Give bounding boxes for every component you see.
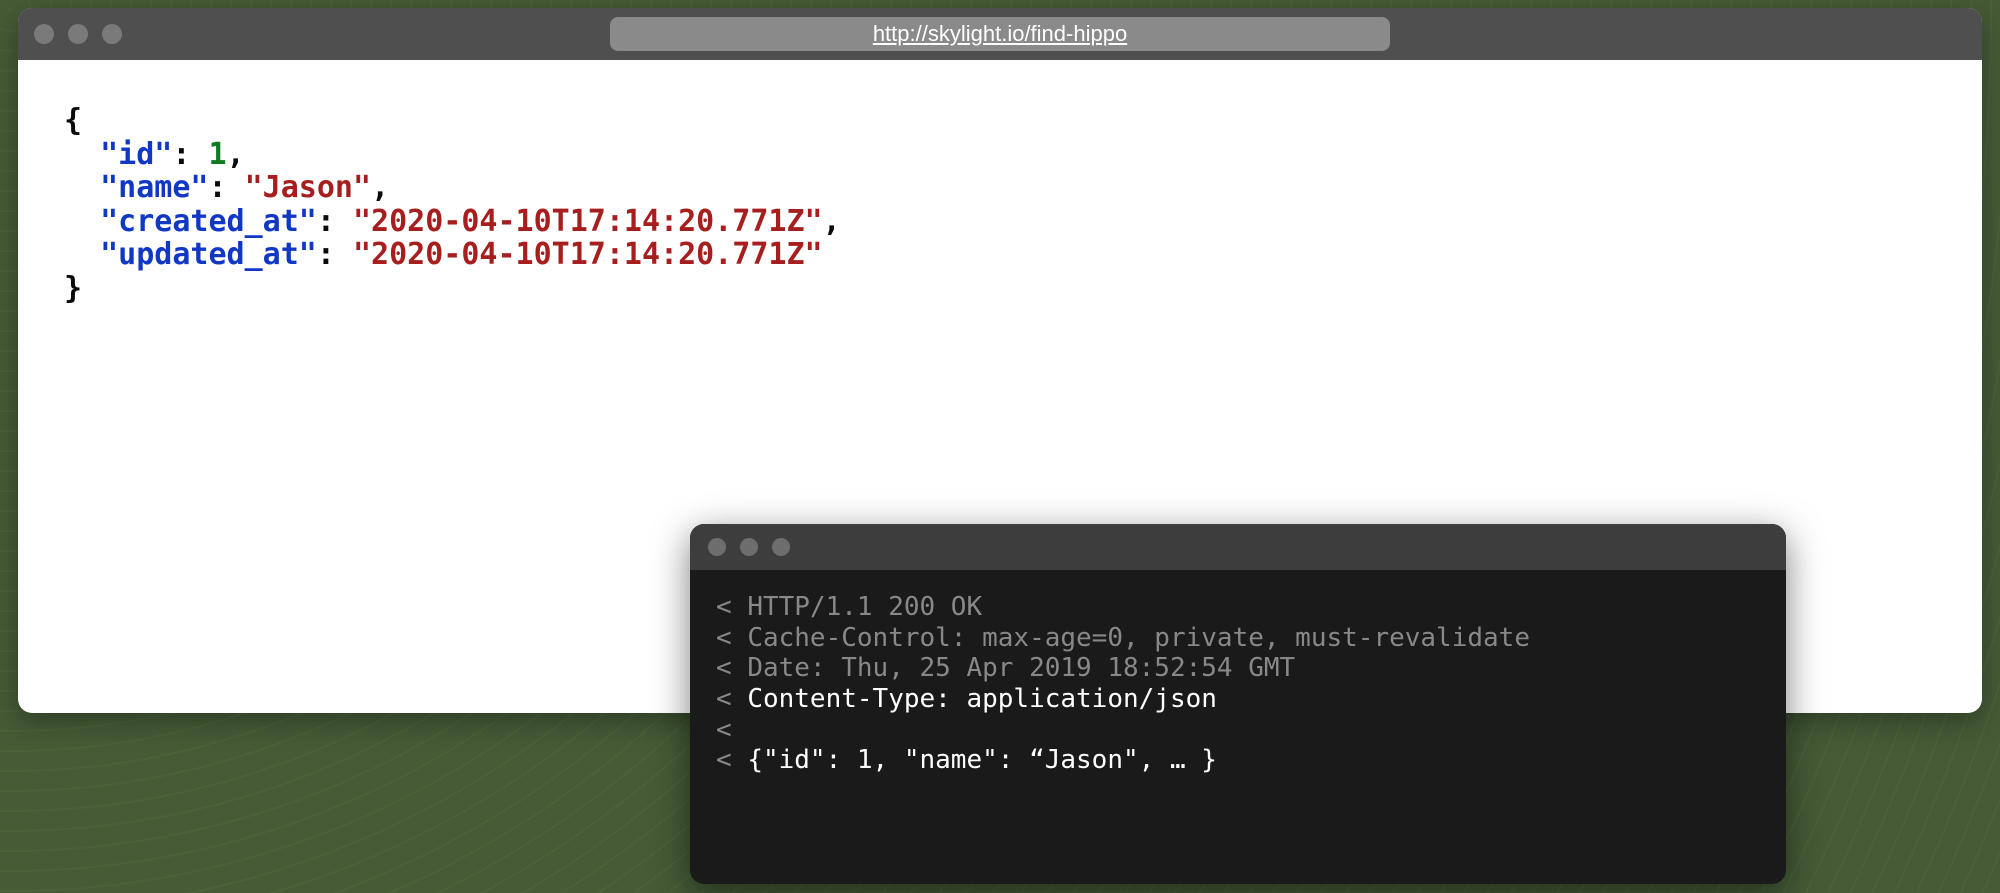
traffic-light-minimize-icon[interactable] xyxy=(68,24,88,44)
json-value-3: "2020-04-10T17:14:20.771Z" xyxy=(353,237,823,272)
traffic-lights xyxy=(34,24,122,44)
terminal-output: < HTTP/1.1 200 OK< Cache-Control: max-ag… xyxy=(690,570,1786,798)
terminal-text: Cache-Control: max-age=0, private, must-… xyxy=(747,623,1530,653)
json-key-2: "created_at" xyxy=(100,204,317,239)
terminal-text: HTTP/1.1 200 OK xyxy=(747,592,982,622)
browser-titlebar: http://skylight.io/find-hippo xyxy=(18,8,1982,60)
json-key-0: "id" xyxy=(100,137,172,172)
traffic-light-minimize-icon[interactable] xyxy=(740,538,758,556)
terminal-prefix: < xyxy=(716,653,747,683)
json-key-3: "updated_at" xyxy=(100,237,317,272)
terminal-text: {"id": 1, "name": “Jason", … } xyxy=(747,745,1217,775)
terminal-titlebar xyxy=(690,524,1786,570)
json-brace-open: { xyxy=(64,103,82,138)
json-value-0: 1 xyxy=(209,137,227,172)
json-value-1: "Jason" xyxy=(245,170,371,205)
terminal-line: < HTTP/1.1 200 OK xyxy=(716,592,1760,623)
address-bar[interactable]: http://skylight.io/find-hippo xyxy=(610,17,1390,51)
terminal-line: < Cache-Control: max-age=0, private, mus… xyxy=(716,623,1760,654)
traffic-light-close-icon[interactable] xyxy=(34,24,54,44)
json-value-2: "2020-04-10T17:14:20.771Z" xyxy=(353,204,823,239)
address-bar-url: http://skylight.io/find-hippo xyxy=(873,21,1127,47)
terminal-traffic-lights xyxy=(708,538,790,556)
terminal-prefix: < xyxy=(716,592,747,622)
terminal-prefix: < xyxy=(716,715,732,745)
json-key-1: "name" xyxy=(100,170,208,205)
terminal-prefix: < xyxy=(716,745,747,775)
terminal-text: Content-Type: application/json xyxy=(747,684,1217,714)
terminal-line: < {"id": 1, "name": “Jason", … } xyxy=(716,745,1760,776)
json-brace-close: } xyxy=(64,271,82,306)
terminal-line: < Content-Type: application/json xyxy=(716,684,1760,715)
terminal-window: < HTTP/1.1 200 OK< Cache-Control: max-ag… xyxy=(690,524,1786,884)
json-viewer: { "id": 1, "name": "Jason", "created_at"… xyxy=(18,60,1982,350)
traffic-light-zoom-icon[interactable] xyxy=(102,24,122,44)
terminal-line: < Date: Thu, 25 Apr 2019 18:52:54 GMT xyxy=(716,653,1760,684)
traffic-light-close-icon[interactable] xyxy=(708,538,726,556)
traffic-light-zoom-icon[interactable] xyxy=(772,538,790,556)
terminal-prefix: < xyxy=(716,623,747,653)
terminal-text: Date: Thu, 25 Apr 2019 18:52:54 GMT xyxy=(747,653,1295,683)
terminal-prefix: < xyxy=(716,684,747,714)
terminal-line: < xyxy=(716,715,1760,746)
